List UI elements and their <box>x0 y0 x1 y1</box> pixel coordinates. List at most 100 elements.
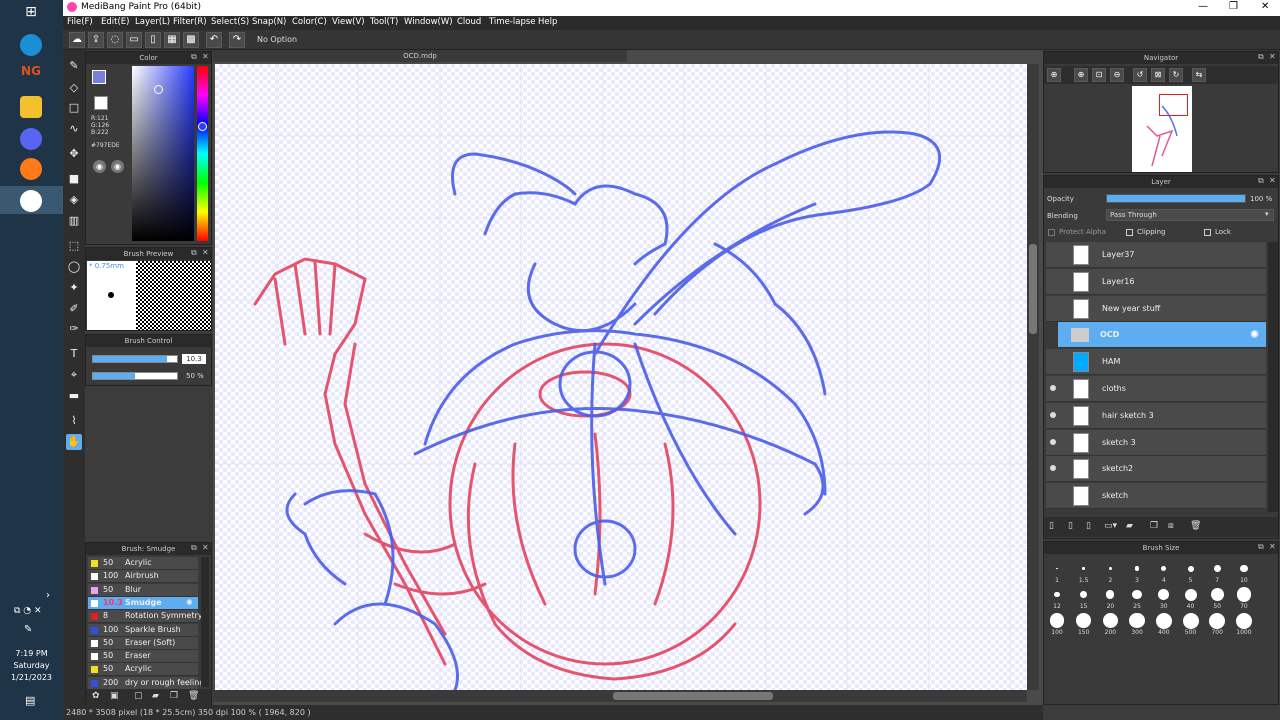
grid-icon[interactable]: ▩ <box>183 32 199 48</box>
windows-start-icon[interactable]: ⊞ <box>20 4 42 26</box>
minimize-button[interactable]: — <box>1198 1 1208 12</box>
taskbar-clock[interactable]: 7:19 PM Saturday 1/21/2023 <box>0 648 63 684</box>
horizontal-scroll-thumb[interactable] <box>613 692 773 700</box>
reset-view-icon[interactable]: ⊠ <box>1151 68 1165 82</box>
system-tray-icons[interactable]: ⧉ ◔ ✕ <box>14 606 42 616</box>
brush-item[interactable]: 50 Eraser <box>88 650 198 664</box>
brush-item[interactable]: 100 Sparkle Brush <box>88 623 198 637</box>
brush-size-option[interactable]: 10 <box>1232 560 1256 584</box>
brush-settings-icon[interactable]: ▣ <box>110 691 119 701</box>
menu-edite[interactable]: Edit(E) <box>101 17 129 27</box>
gear-icon[interactable]: ✺ <box>1250 328 1259 341</box>
panel-close-icon[interactable]: ✕ <box>202 543 209 552</box>
brush-size-option[interactable]: 7 <box>1205 560 1229 584</box>
brush-size-option[interactable]: 2 <box>1098 560 1122 584</box>
saturation-value-picker[interactable] <box>132 66 194 241</box>
brush-size-option[interactable]: 500 <box>1179 612 1203 636</box>
hue-slider[interactable] <box>197 66 208 241</box>
navigator-viewport-box[interactable] <box>1159 94 1188 116</box>
discord-icon[interactable] <box>20 128 42 150</box>
layer-row[interactable]: sketch <box>1046 483 1266 510</box>
brush-size-option[interactable]: 100 <box>1045 612 1069 636</box>
operation-tool-icon[interactable]: ⌖ <box>66 367 82 383</box>
brush-size-option[interactable]: 3 <box>1125 560 1149 584</box>
medibang-icon[interactable] <box>20 190 42 212</box>
maximize-button[interactable]: ❐ <box>1229 1 1238 12</box>
delete-layer-icon[interactable]: 🗑 <box>1190 521 1201 531</box>
panel-close-icon[interactable]: ✕ <box>202 52 209 61</box>
dot-tool-icon[interactable]: □ <box>66 100 82 116</box>
message-icon[interactable]: ▭ <box>126 32 142 48</box>
document-tab[interactable]: OCD.mdp <box>213 50 627 62</box>
brush-size-option[interactable]: 1000 <box>1232 612 1256 636</box>
panel-popout-icon[interactable]: ⧉ <box>1258 542 1264 552</box>
smudge-tool-icon[interactable]: ∿ <box>66 121 82 137</box>
layer-row[interactable]: New year stuff <box>1046 295 1266 322</box>
undo-icon[interactable]: ↶ <box>206 32 222 48</box>
brush-folder-icon[interactable]: ▰ <box>152 691 159 701</box>
brush-opacity-slider[interactable] <box>92 372 178 380</box>
layer-row[interactable]: HAM <box>1046 349 1266 376</box>
layer-row[interactable]: Layer37 <box>1046 242 1266 268</box>
brush-size-option[interactable]: 5 <box>1179 560 1203 584</box>
divide-tool-icon[interactable]: ▬ <box>66 388 82 404</box>
layer-list-scrollbar[interactable] <box>1268 242 1278 512</box>
color-picker-cursor[interactable] <box>154 85 163 94</box>
menu-filef[interactable]: File(F) <box>67 17 93 27</box>
hue-slider-handle[interactable] <box>198 122 207 131</box>
brush-size-option[interactable]: 1 <box>1045 560 1069 584</box>
bucket-tool-icon[interactable]: ◈ <box>66 192 82 208</box>
layer-row[interactable]: OCD ✺ <box>1058 322 1266 349</box>
chevron-right-icon[interactable]: › <box>46 590 50 601</box>
new-layer-menu-icon[interactable]: ▭▾ <box>1104 521 1117 531</box>
edge-icon[interactable] <box>20 34 42 56</box>
primary-color-swatch[interactable] <box>92 70 106 84</box>
gradient-tool-icon[interactable]: ▥ <box>66 213 82 229</box>
panel-popout-icon[interactable]: ⧉ <box>1258 52 1264 62</box>
brush-size-option[interactable]: 30 <box>1152 586 1176 610</box>
transparent-color-swatch[interactable] <box>94 96 108 110</box>
layer-row[interactable]: sketch 3 <box>1046 429 1266 456</box>
panel-close-icon[interactable]: ✕ <box>1269 542 1276 551</box>
navigator-thumbnail[interactable] <box>1132 86 1192 172</box>
brush-size-option[interactable]: 20 <box>1098 586 1122 610</box>
cloud-icon[interactable]: ☁ <box>69 32 85 48</box>
brush-size-option[interactable]: 70 <box>1232 586 1256 610</box>
menu-toolt[interactable]: Tool(T) <box>370 17 398 27</box>
panel-close-icon[interactable]: ✕ <box>202 248 209 257</box>
lasso-tool-icon[interactable]: ◯ <box>66 259 82 275</box>
new-1bit-layer-icon[interactable]: ▯ <box>1086 521 1091 531</box>
brush-size-option[interactable]: 150 <box>1072 612 1096 636</box>
notification-icon[interactable]: ▤ <box>25 694 35 707</box>
duplicate-layer-icon[interactable]: ❐ <box>1150 521 1158 531</box>
text-tool-icon[interactable]: T <box>66 346 82 362</box>
zoom-in-step-icon[interactable]: ⊕ <box>1074 68 1088 82</box>
visibility-eye-icon[interactable] <box>1050 411 1056 418</box>
table-icon[interactable]: ▦ <box>164 32 180 48</box>
eyedropper-tool-icon[interactable]: ⌇ <box>66 413 82 429</box>
page-icon[interactable]: ▯ <box>145 32 161 48</box>
brush-item[interactable]: 50 Eraser (Soft) <box>88 636 198 650</box>
menu-snapn[interactable]: Snap(N) <box>252 17 286 27</box>
brush-size-option[interactable]: 400 <box>1152 612 1176 636</box>
flip-icon[interactable]: ⇆ <box>1192 68 1206 82</box>
brush-item[interactable]: 10.3 Smudge ✺ <box>88 596 198 610</box>
palette-icon[interactable]: ◉ <box>93 160 106 173</box>
brush-copy-icon[interactable]: ▢ <box>134 691 143 701</box>
menu-cloud[interactable]: Cloud <box>457 17 481 27</box>
panel-popout-icon[interactable]: ⧉ <box>1258 176 1264 186</box>
brush-size-option[interactable]: 40 <box>1179 586 1203 610</box>
layer-row[interactable]: sketch2 <box>1046 456 1266 483</box>
new-8bit-layer-icon[interactable]: ▯ <box>1068 521 1073 531</box>
menu-help[interactable]: Help <box>538 17 557 27</box>
brush-size-option[interactable]: 200 <box>1098 612 1122 636</box>
redo-icon[interactable]: ↷ <box>229 32 245 48</box>
visibility-eye-icon[interactable] <box>1050 385 1056 391</box>
brush-item[interactable]: 50 Acrylic <box>88 557 198 570</box>
layer-row[interactable]: Layer16 <box>1046 268 1266 295</box>
visibility-eye-icon[interactable] <box>1050 465 1056 472</box>
blending-select[interactable]: Pass Through ▾ <box>1106 209 1274 221</box>
pen-icon[interactable]: ✎ <box>24 624 32 635</box>
panel-close-icon[interactable]: ✕ <box>1269 52 1276 61</box>
select-pen-tool-icon[interactable]: ✐ <box>66 301 82 317</box>
